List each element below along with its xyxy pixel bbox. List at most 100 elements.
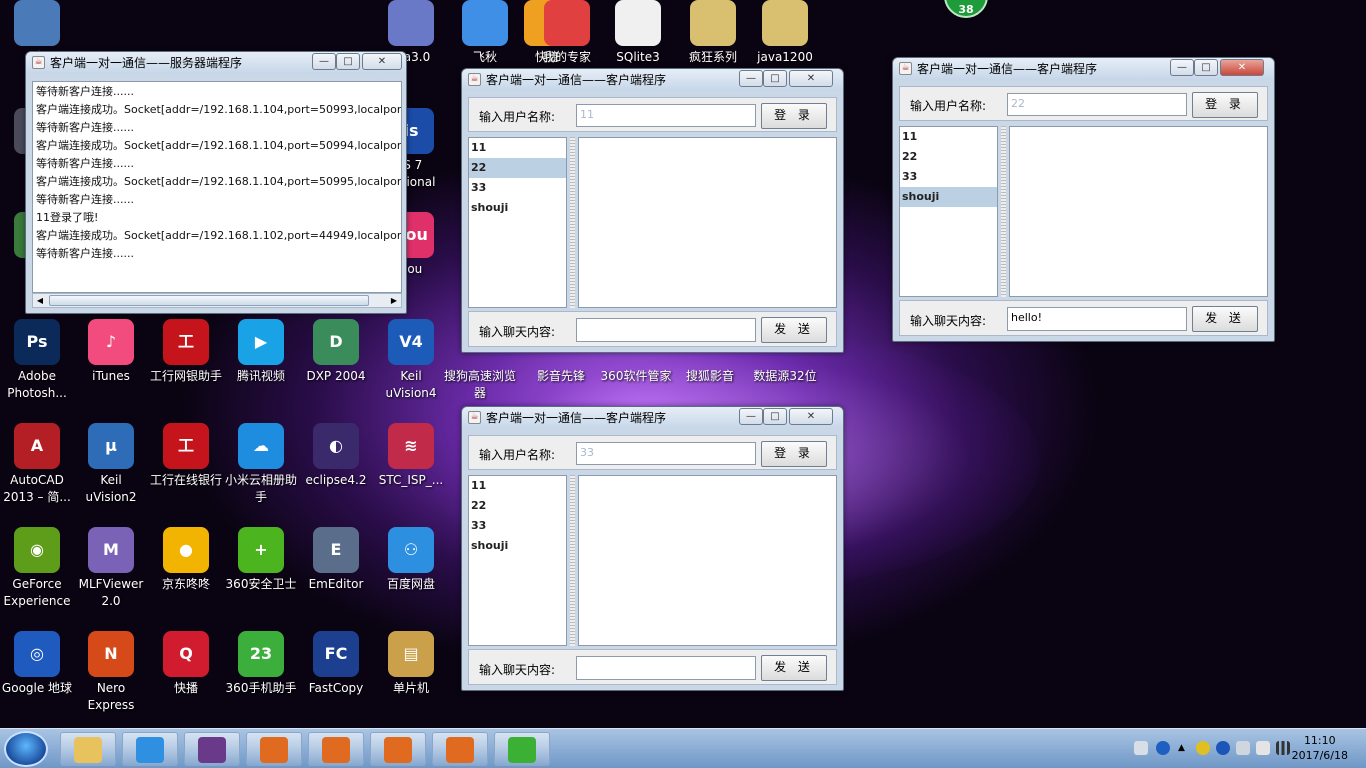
desktop-icon[interactable]: 疯狂系列 (676, 0, 750, 66)
chat-input[interactable]: hello! (1007, 307, 1187, 331)
chat-input[interactable] (576, 318, 756, 342)
desktop-icon[interactable]: μ Keil uVision2 (74, 423, 148, 506)
desktop-icon[interactable]: ◐ eclipse4.2 (299, 423, 373, 489)
user-list-item[interactable]: 11 (469, 476, 566, 496)
chat-message-area[interactable] (1009, 126, 1268, 297)
desktop-icon[interactable]: ▶ 腾讯视频 (224, 319, 298, 385)
desktop-icon[interactable]: ≋ STC_ISP_... (374, 423, 448, 489)
chevron-up-icon[interactable]: ▲ (1178, 741, 1192, 755)
desktop-icon[interactable]: ☁ 小米云相册助手 (224, 423, 298, 506)
client-window-3[interactable]: ☕ 客户端一对一通信——客户端程序 — □ ✕ 输入用户名称: 33 登 录 1… (461, 406, 844, 691)
split-divider[interactable] (570, 137, 575, 308)
maximize-button[interactable]: □ (336, 53, 360, 70)
chat-message-area[interactable] (578, 475, 837, 646)
user-list-item[interactable]: 22 (469, 496, 566, 516)
user-list-item[interactable]: 33 (469, 178, 566, 198)
network-error-icon[interactable] (1236, 741, 1250, 755)
client-window-titlebar[interactable]: ☕ 客户端一对一通信——客户端程序 — □ ✕ (462, 407, 843, 429)
send-button[interactable]: 发 送 (761, 655, 827, 681)
user-list-item[interactable]: shouji (469, 198, 566, 218)
split-divider[interactable] (1001, 126, 1006, 297)
desktop-icon[interactable]: java1200 (748, 0, 822, 66)
login-button[interactable]: 登 录 (1192, 92, 1258, 118)
start-button[interactable] (4, 731, 48, 767)
desktop-icon[interactable]: M MLFViewer 2.0 (74, 527, 148, 610)
scroll-thumb[interactable] (49, 295, 369, 306)
keyboard-icon[interactable] (1134, 741, 1148, 755)
desktop-icon[interactable]: Ps Adobe Photosh... (0, 319, 74, 402)
client-window-2[interactable]: ☕ 客户端一对一通信——客户端程序 — □ ✕ 输入用户名称: 22 登 录 1… (892, 57, 1275, 342)
maximize-button[interactable]: □ (763, 408, 787, 425)
user-list-item[interactable]: 22 (469, 158, 566, 178)
desktop-icon[interactable]: 工工行在线银行 (149, 423, 223, 489)
desktop-icon[interactable]: ⚇ 百度网盘 (374, 527, 448, 593)
desktop-icon[interactable]: Q 快播 (149, 631, 223, 697)
server-window[interactable]: ☕ 客户端一对一通信——服务器端程序 — □ ✕ 等待新客户连接...... 客户… (25, 51, 407, 314)
close-button[interactable]: ✕ (789, 70, 833, 87)
user-list-item[interactable]: 11 (900, 127, 997, 147)
close-button[interactable]: ✕ (362, 53, 402, 70)
server-log[interactable]: 等待新客户连接...... 客户端连接成功。Socket[addr=/192.16… (32, 81, 402, 293)
minimize-button[interactable]: — (739, 408, 763, 425)
360-tray-icon[interactable] (1196, 741, 1210, 755)
clock[interactable]: 11:10 2017/6/18 (1292, 733, 1348, 763)
user-list-item[interactable]: 33 (469, 516, 566, 536)
user-list-item[interactable]: 33 (900, 167, 997, 187)
desktop-icon[interactable]: V4 Keil uVision4 (374, 319, 448, 402)
taskbar-button-java-ee-ide[interactable] (184, 732, 240, 766)
client-window-titlebar[interactable]: ☕ 客户端一对一通信——客户端程序 — □ ✕ (462, 69, 843, 91)
notification-badge[interactable]: 38 (944, 0, 988, 18)
desktop-icon[interactable]: N Nero Express (74, 631, 148, 714)
taskbar-button-java[interactable] (246, 732, 302, 766)
chat-input[interactable] (576, 656, 756, 680)
desktop-icon[interactable]: A AutoCAD 2013 – 简... (0, 423, 74, 506)
minimize-button[interactable]: — (1170, 59, 1194, 76)
split-divider[interactable] (570, 475, 575, 646)
desktop-icon[interactable]: ● 京东咚咚 (149, 527, 223, 593)
username-input[interactable]: 11 (576, 104, 756, 127)
taskbar-button-java[interactable] (370, 732, 426, 766)
desktop-icon[interactable]: 我的专家 (530, 0, 604, 66)
desktop-icon[interactable]: SQlite3 (601, 0, 675, 66)
desktop-icon[interactable]: 工工行网银助手 (149, 319, 223, 385)
bluetooth-icon[interactable] (1216, 741, 1230, 755)
maximize-button[interactable]: □ (1194, 59, 1218, 76)
taskbar-button-java[interactable] (308, 732, 364, 766)
login-button[interactable]: 登 录 (761, 103, 827, 129)
send-button[interactable]: 发 送 (1192, 306, 1258, 332)
chat-message-area[interactable] (578, 137, 837, 308)
user-list-item[interactable]: shouji (469, 536, 566, 556)
action-center-icon[interactable] (1256, 741, 1270, 755)
desktop-icon[interactable]: FC FastCopy (299, 631, 373, 697)
close-button[interactable]: ✕ (1220, 59, 1264, 76)
desktop-icon[interactable]: ◎ Google 地球 (0, 631, 74, 697)
username-input[interactable]: 22 (1007, 93, 1187, 116)
scroll-left-icon[interactable]: ◀ (34, 295, 46, 306)
user-list[interactable]: 11 22 33 shouji (468, 475, 567, 646)
desktop-icon[interactable]: 23 360手机助手 (224, 631, 298, 697)
client-window-titlebar[interactable]: ☕ 客户端一对一通信——客户端程序 — □ ✕ (893, 58, 1274, 80)
login-button[interactable]: 登 录 (761, 441, 827, 467)
signal-icon[interactable] (1276, 741, 1290, 755)
minimize-button[interactable]: — (739, 70, 763, 87)
user-list-item[interactable]: shouji (900, 187, 997, 207)
user-list-item[interactable]: 11 (469, 138, 566, 158)
desktop-icon[interactable]: ◉ GeForce Experience (0, 527, 74, 610)
minimize-button[interactable]: — (312, 53, 336, 70)
desktop-icon[interactable]: E EmEditor (299, 527, 373, 593)
help-icon[interactable] (1156, 741, 1170, 755)
close-button[interactable]: ✕ (789, 408, 833, 425)
client-window-1[interactable]: ☕ 客户端一对一通信——客户端程序 — □ ✕ 输入用户名称: 11 登 录 1… (461, 68, 844, 353)
horizontal-scrollbar[interactable]: ◀ ▶ (32, 293, 402, 308)
desktop-icon[interactable]: D DXP 2004 (299, 319, 373, 385)
taskbar-button-folder[interactable] (60, 732, 116, 766)
desktop-icon[interactable]: ♪ iTunes (74, 319, 148, 385)
maximize-button[interactable]: □ (763, 70, 787, 87)
desktop-icon[interactable]: +360安全卫士 (224, 527, 298, 593)
send-button[interactable]: 发 送 (761, 317, 827, 343)
user-list[interactable]: 11 22 33 shouji (899, 126, 998, 297)
user-list[interactable]: 11 22 33 shouji (468, 137, 567, 308)
server-window-titlebar[interactable]: ☕ 客户端一对一通信——服务器端程序 — □ ✕ (26, 52, 406, 74)
taskbar-button-sogou-browser[interactable] (122, 732, 178, 766)
username-input[interactable]: 33 (576, 442, 756, 465)
